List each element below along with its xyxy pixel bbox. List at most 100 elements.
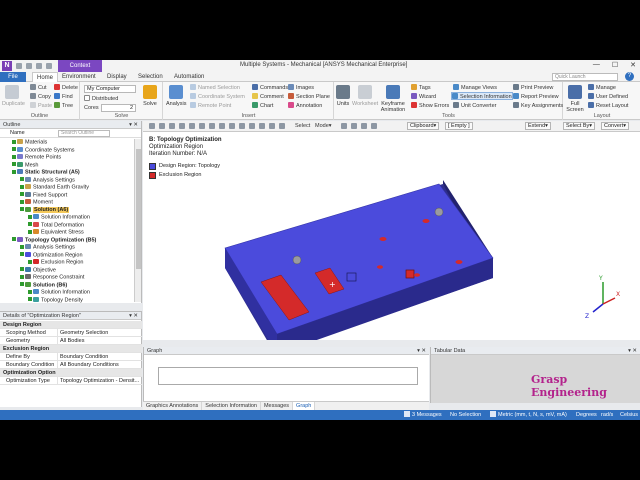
- details-row[interactable]: Define By Boundary Condition: [0, 353, 142, 361]
- details-value[interactable]: All Bodies: [58, 337, 142, 344]
- paste-button[interactable]: Paste: [30, 102, 52, 110]
- tree-item[interactable]: Solution (B6): [0, 281, 134, 290]
- red-support-marker[interactable]: [405, 269, 415, 279]
- minimize-button[interactable]: —: [593, 61, 600, 69]
- select-body-icon[interactable]: [371, 123, 377, 129]
- tree-item[interactable]: Solution Information: [0, 289, 134, 297]
- blue-support-marker[interactable]: [346, 272, 357, 282]
- view-z-icon[interactable]: [249, 123, 255, 129]
- tree-item[interactable]: Materials: [0, 139, 134, 147]
- images-button[interactable]: Images: [288, 84, 314, 92]
- select-by-dropdown[interactable]: Select By▾: [563, 122, 595, 130]
- exclusion-hole[interactable]: [455, 260, 463, 264]
- solve-button[interactable]: Solve: [140, 85, 160, 107]
- commands-button[interactable]: Commands: [252, 84, 288, 92]
- rotate-icon[interactable]: [189, 123, 195, 129]
- keyframe-animation-button[interactable]: Keyframe Animation: [379, 85, 407, 113]
- close-button[interactable]: ✕: [630, 61, 636, 69]
- section-plane-button[interactable]: Section Plane: [288, 93, 330, 101]
- tree-item[interactable]: Solution Information: [0, 214, 134, 222]
- tree-button[interactable]: Tree: [54, 102, 73, 110]
- extend-dropdown[interactable]: Extend▾: [525, 122, 551, 130]
- tree-item[interactable]: Analysis Settings: [0, 176, 134, 185]
- undo-icon[interactable]: [26, 63, 32, 69]
- outline-search-input[interactable]: Search Outline: [58, 130, 110, 137]
- comment-button[interactable]: Comment: [252, 93, 284, 101]
- full-screen-button[interactable]: Full Screen: [565, 85, 585, 113]
- tree-item[interactable]: Mesh: [0, 161, 134, 170]
- exclusion-hole[interactable]: [379, 237, 387, 241]
- remote-point-sphere[interactable]: [434, 207, 444, 217]
- named-selection-button[interactable]: Named Selection: [190, 84, 240, 92]
- convert-dropdown[interactable]: Convert▾: [601, 122, 630, 130]
- tree-item[interactable]: Equivalent Stress: [0, 229, 134, 237]
- tab-file[interactable]: File: [0, 72, 26, 82]
- show-errors-button[interactable]: Show Errors: [411, 102, 449, 110]
- details-row[interactable]: Optimization Type Topology Optimization -…: [0, 377, 142, 385]
- outline-scrollbar[interactable]: [134, 139, 141, 302]
- details-section-header[interactable]: Exclusion Region: [0, 345, 142, 353]
- select-edge-icon[interactable]: [351, 123, 357, 129]
- pin-icon[interactable]: ▾ ✕: [129, 312, 138, 320]
- tab-display[interactable]: Display: [107, 72, 127, 82]
- details-row[interactable]: Geometry All Bodies: [0, 337, 142, 345]
- exclusion-hole[interactable]: [377, 265, 383, 269]
- maximize-button[interactable]: ☐: [612, 61, 618, 69]
- select-face-icon[interactable]: [361, 123, 367, 129]
- pan-icon[interactable]: [199, 123, 205, 129]
- tree-item[interactable]: Moment: [0, 199, 134, 207]
- tree-item[interactable]: Remote Points: [0, 154, 134, 162]
- details-value[interactable]: All Boundary Conditions: [58, 361, 142, 368]
- tab-automation[interactable]: Automation: [174, 72, 204, 82]
- next-view-icon[interactable]: [279, 123, 285, 129]
- pin-icon[interactable]: ▾ ✕: [628, 347, 637, 355]
- unit-converter-button[interactable]: Unit Converter: [453, 102, 496, 110]
- tree-item[interactable]: Objective: [0, 266, 134, 275]
- select-mode-dropdown[interactable]: Mode▾: [315, 122, 332, 130]
- remote-point-button[interactable]: Remote Point: [190, 102, 231, 110]
- delete-button[interactable]: Delete: [54, 84, 78, 92]
- quick-launch-input[interactable]: Quick Launch: [552, 73, 618, 81]
- tree-item[interactable]: Fixed Support: [0, 191, 134, 200]
- view-x-icon[interactable]: [229, 123, 235, 129]
- pin-icon[interactable]: ▾ ✕: [129, 121, 138, 129]
- duplicate-button[interactable]: Duplicate: [2, 85, 25, 107]
- details-value[interactable]: Geometry Selection: [58, 329, 142, 336]
- tree-item[interactable]: Total Deformation: [0, 221, 134, 230]
- key-assignments-button[interactable]: Key Assignments: [513, 102, 563, 110]
- exclusion-hole[interactable]: [422, 219, 430, 223]
- tree-item[interactable]: Exclusion Region: [0, 259, 134, 267]
- details-value[interactable]: Boundary Condition: [58, 353, 142, 360]
- tree-item[interactable]: Coordinate Systems: [0, 146, 134, 155]
- details-row[interactable]: Boundary Condition All Boundary Condition…: [0, 361, 142, 369]
- iso-view-icon[interactable]: [259, 123, 265, 129]
- zoom-box-icon[interactable]: [169, 123, 175, 129]
- tab-graphics-annotations[interactable]: Graphics Annotations: [143, 402, 203, 410]
- annotation-button[interactable]: Annotation: [288, 102, 322, 110]
- scrollbar-thumb[interactable]: [136, 149, 141, 269]
- messages-status[interactable]: 3 Messages: [404, 410, 442, 420]
- clipboard-dropdown[interactable]: Clipboard▾: [407, 122, 440, 130]
- name-filter-label[interactable]: Name: [10, 130, 25, 136]
- details-section-header[interactable]: Design Region: [0, 321, 142, 329]
- angle-unit-status[interactable]: Degrees: [576, 410, 597, 420]
- redo-icon[interactable]: [36, 63, 42, 69]
- unit-system-status[interactable]: Metric (mm, t, N, s, mV, mA): [490, 410, 567, 420]
- print-preview-button[interactable]: Print Preview: [513, 84, 553, 92]
- tab-selection[interactable]: Selection: [138, 72, 163, 82]
- cores-stepper[interactable]: 2: [101, 104, 136, 112]
- details-section-header[interactable]: Optimization Option: [0, 369, 142, 377]
- tab-home[interactable]: Home: [32, 72, 59, 82]
- coordinate-system-button[interactable]: Coordinate System: [190, 93, 245, 101]
- remote-point-sphere[interactable]: [292, 255, 302, 265]
- wizard-button[interactable]: Wizard: [411, 93, 436, 101]
- tree-item[interactable]: Analysis Settings: [0, 244, 134, 252]
- tab-environment[interactable]: Environment: [62, 72, 96, 82]
- exclusion-hole[interactable]: [414, 273, 420, 277]
- manage-views-button[interactable]: Manage Views: [453, 84, 497, 92]
- select-label[interactable]: Select: [295, 122, 310, 130]
- manage-layout-button[interactable]: Manage: [588, 84, 616, 92]
- chart-button[interactable]: Chart: [252, 102, 273, 110]
- tree-item[interactable]: Optimization Region: [0, 251, 134, 260]
- details-value[interactable]: Topology Optimization - Densit...: [58, 377, 142, 384]
